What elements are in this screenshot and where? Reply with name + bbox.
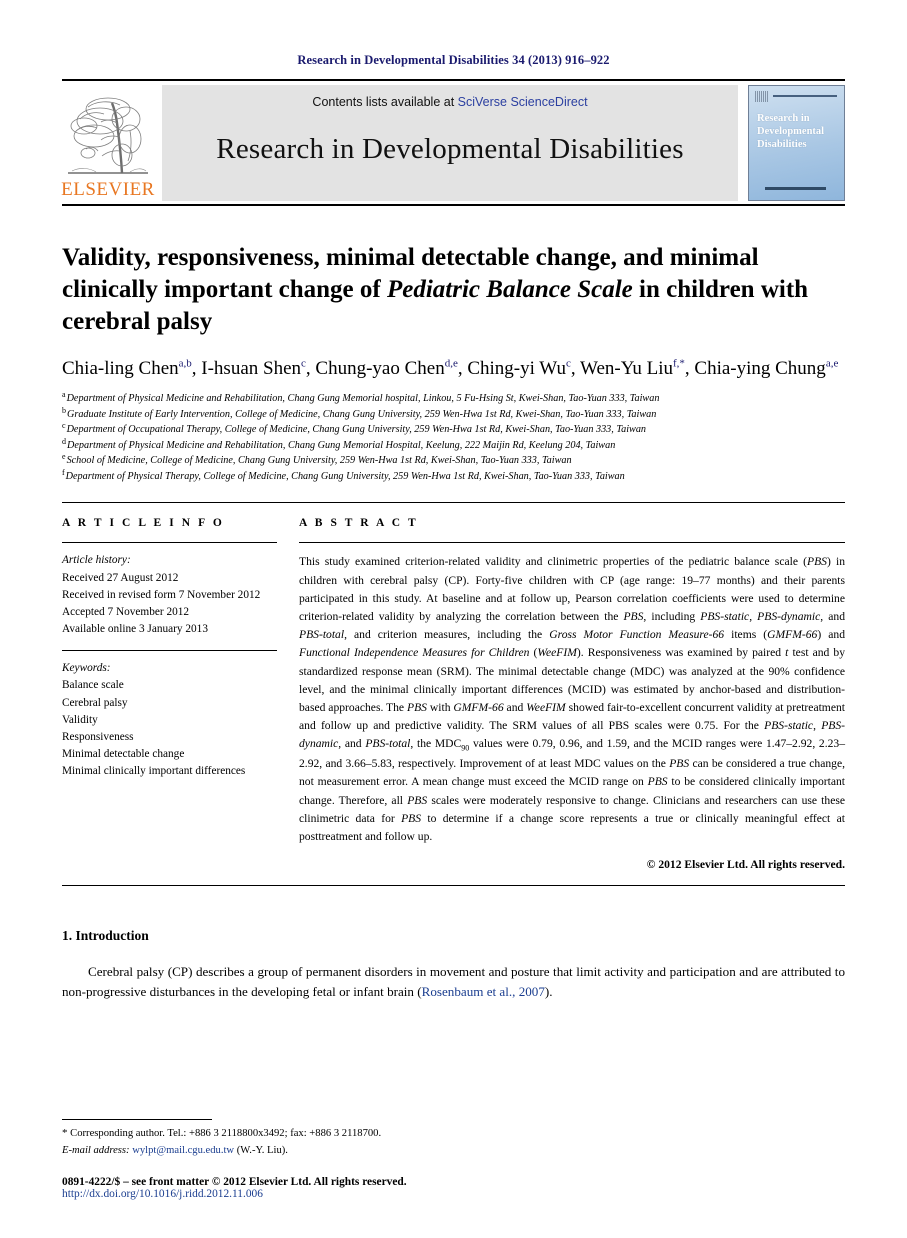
doi-link[interactable]: http://dx.doi.org/10.1016/j.ridd.2012.11…: [62, 1188, 845, 1200]
email-note: E-mail address: wylpt@mail.cgu.edu.tw (W…: [62, 1143, 845, 1159]
page-title: Validity, responsiveness, minimal detect…: [62, 242, 845, 338]
footnote-rule: [62, 1119, 212, 1121]
affiliation-item: fDepartment of Physical Therapy, College…: [62, 468, 845, 485]
corresponding-author-text: Corresponding author. Tel.: +886 3 21188…: [70, 1128, 382, 1140]
affiliation-list: aDepartment of Physical Medicine and Reh…: [62, 391, 845, 484]
contents-available-line: Contents lists available at SciVerse Sci…: [312, 95, 587, 109]
abstract-heading: A B S T R A C T: [299, 517, 419, 530]
sciencedirect-link[interactable]: SciVerse ScienceDirect: [458, 95, 588, 109]
article-info-heading: A R T I C L E I N F O: [62, 517, 225, 530]
author-sep: ,: [570, 358, 581, 379]
journal-masthead: ELSEVIER Contents lists available at Sci…: [61, 85, 845, 201]
affiliation-item: dDepartment of Physical Medicine and Reh…: [62, 437, 845, 454]
author-name: I-hsuan Shen: [201, 358, 302, 379]
keywords-block: Keywords: Balance scale Cerebral palsy V…: [62, 660, 277, 780]
journal-band: Contents lists available at SciVerse Sci…: [162, 85, 738, 201]
abstract-bottom-rule: [62, 885, 845, 887]
abstract-rule: [299, 542, 845, 544]
history-item: Accepted 7 November 2012: [62, 605, 190, 618]
affiliation-item: cDepartment of Occupational Therapy, Col…: [62, 422, 845, 438]
cover-bottom-rule: [765, 187, 826, 190]
affiliation-text: Department of Physical Medicine and Reha…: [67, 439, 616, 451]
intro-text-b: ).: [544, 984, 553, 1000]
journal-title: Research in Developmental Disabilities: [216, 133, 684, 165]
keyword-item[interactable]: Responsiveness: [62, 729, 277, 746]
article-info-column: A R T I C L E I N F O Article history: R…: [62, 517, 299, 871]
keyword-item[interactable]: Minimal clinically important differences: [62, 763, 277, 780]
affiliation-text: Department of Physical Therapy, College …: [65, 470, 625, 482]
citation-link[interactable]: Rosenbaum et al., 2007: [422, 984, 545, 999]
footnote-star-marker: *: [62, 1127, 68, 1140]
abstract-text: This study examined criterion-related va…: [299, 555, 846, 843]
cover-barcode-icon: [755, 91, 768, 102]
article-history-block: Article history: Received 27 August 2012…: [62, 552, 277, 638]
affiliation-text: Department of Occupational Therapy, Coll…: [66, 424, 647, 436]
cover-title: Research in Developmental Disabilities: [757, 113, 825, 150]
author-item[interactable]: Chung-yao Chend,e: [315, 358, 457, 379]
author-name: Chia-ling Chen: [62, 358, 179, 379]
introduction-paragraph: Cerebral palsy (CP) describes a group of…: [62, 962, 845, 1002]
author-item[interactable]: Ching-yi Wuc: [467, 358, 571, 379]
keywords-label: Keywords:: [62, 662, 111, 675]
history-item: Received in revised form 7 November 2012: [62, 588, 261, 601]
author-affil-marks: f,*: [672, 357, 685, 370]
affiliation-item: eSchool of Medicine, College of Medicine…: [62, 453, 845, 469]
elsevier-logo: ELSEVIER: [61, 85, 155, 201]
author-item[interactable]: I-hsuan Shenc: [201, 358, 306, 379]
header-rule: [62, 79, 845, 81]
affiliation-item: bGraduate Institute of Early Interventio…: [62, 406, 845, 423]
keyword-item[interactable]: Validity: [62, 712, 277, 729]
affiliation-text: School of Medicine, College of Medicine,…: [66, 455, 572, 467]
journal-cover-thumbnail[interactable]: Research in Developmental Disabilities: [748, 85, 845, 201]
author-item[interactable]: Wen-Yu Liuf,*: [580, 358, 685, 379]
author-sep: ,: [305, 358, 316, 379]
author-list: Chia-ling Chena,b, I-hsuan Shenc, Chung-…: [62, 356, 845, 381]
issn-copyright-line: 0891-4222/$ – see front matter © 2012 El…: [62, 1176, 407, 1188]
author-affil-marks: a,e: [825, 357, 839, 370]
author-item[interactable]: Chia-ling Chena,b: [62, 358, 192, 379]
section-heading-introduction: 1. Introduction: [62, 928, 149, 944]
article-info-rule: [62, 542, 277, 544]
author-sep: ,: [457, 358, 468, 379]
article-page: Research in Developmental Disabilities 3…: [0, 0, 907, 1238]
author-name: Wen-Yu Liu: [580, 358, 673, 379]
cover-top-rule: [773, 95, 837, 97]
running-head: Research in Developmental Disabilities 3…: [297, 53, 610, 67]
affiliation-text: Graduate Institute of Early Intervention…: [67, 408, 657, 420]
elsevier-wordmark: ELSEVIER: [61, 179, 155, 200]
info-section-rule: [62, 502, 845, 504]
keyword-item[interactable]: Minimal detectable change: [62, 746, 277, 763]
author-affil-marks: d,e: [444, 357, 458, 370]
keywords-rule: [62, 650, 277, 652]
info-abstract-row: A R T I C L E I N F O Article history: R…: [62, 517, 845, 871]
masthead-rule: [62, 204, 845, 206]
keyword-item[interactable]: Balance scale: [62, 677, 277, 694]
author-name: Chung-yao Chen: [315, 358, 445, 379]
affiliation-text: Department of Physical Medicine and Reha…: [66, 393, 660, 405]
history-item: Received 27 August 2012: [62, 571, 179, 584]
contents-prefix: Contents lists available at: [312, 95, 458, 109]
author-affil-marks: a,b: [178, 357, 192, 370]
author-sep: ,: [191, 358, 202, 379]
history-item: Available online 3 January 2013: [62, 623, 208, 636]
email-link[interactable]: wylpt@mail.cgu.edu.tw: [132, 1145, 234, 1156]
article-history-label: Article history:: [62, 554, 131, 567]
abstract-column: A B S T R A C T This study examined crit…: [299, 517, 845, 871]
author-item[interactable]: Chia-ying Chunga,e: [694, 358, 838, 379]
keyword-item[interactable]: Cerebral palsy: [62, 695, 277, 712]
abstract-copyright: © 2012 Elsevier Ltd. All rights reserved…: [646, 858, 845, 872]
email-owner: (W.-Y. Liu).: [236, 1144, 288, 1156]
page-footer: * Corresponding author. Tel.: +886 3 211…: [62, 1119, 845, 1200]
corresponding-author-note: * Corresponding author. Tel.: +886 3 211…: [62, 1125, 845, 1142]
elsevier-tree-icon: [68, 97, 148, 174]
author-sep: ,: [684, 358, 695, 379]
affiliation-item: aDepartment of Physical Medicine and Reh…: [62, 391, 845, 407]
title-italic-scale: Pediatric Balance Scale: [386, 276, 633, 303]
author-name: Ching-yi Wu: [467, 358, 566, 379]
email-label: E-mail address:: [62, 1144, 130, 1156]
author-name: Chia-ying Chung: [694, 358, 826, 379]
